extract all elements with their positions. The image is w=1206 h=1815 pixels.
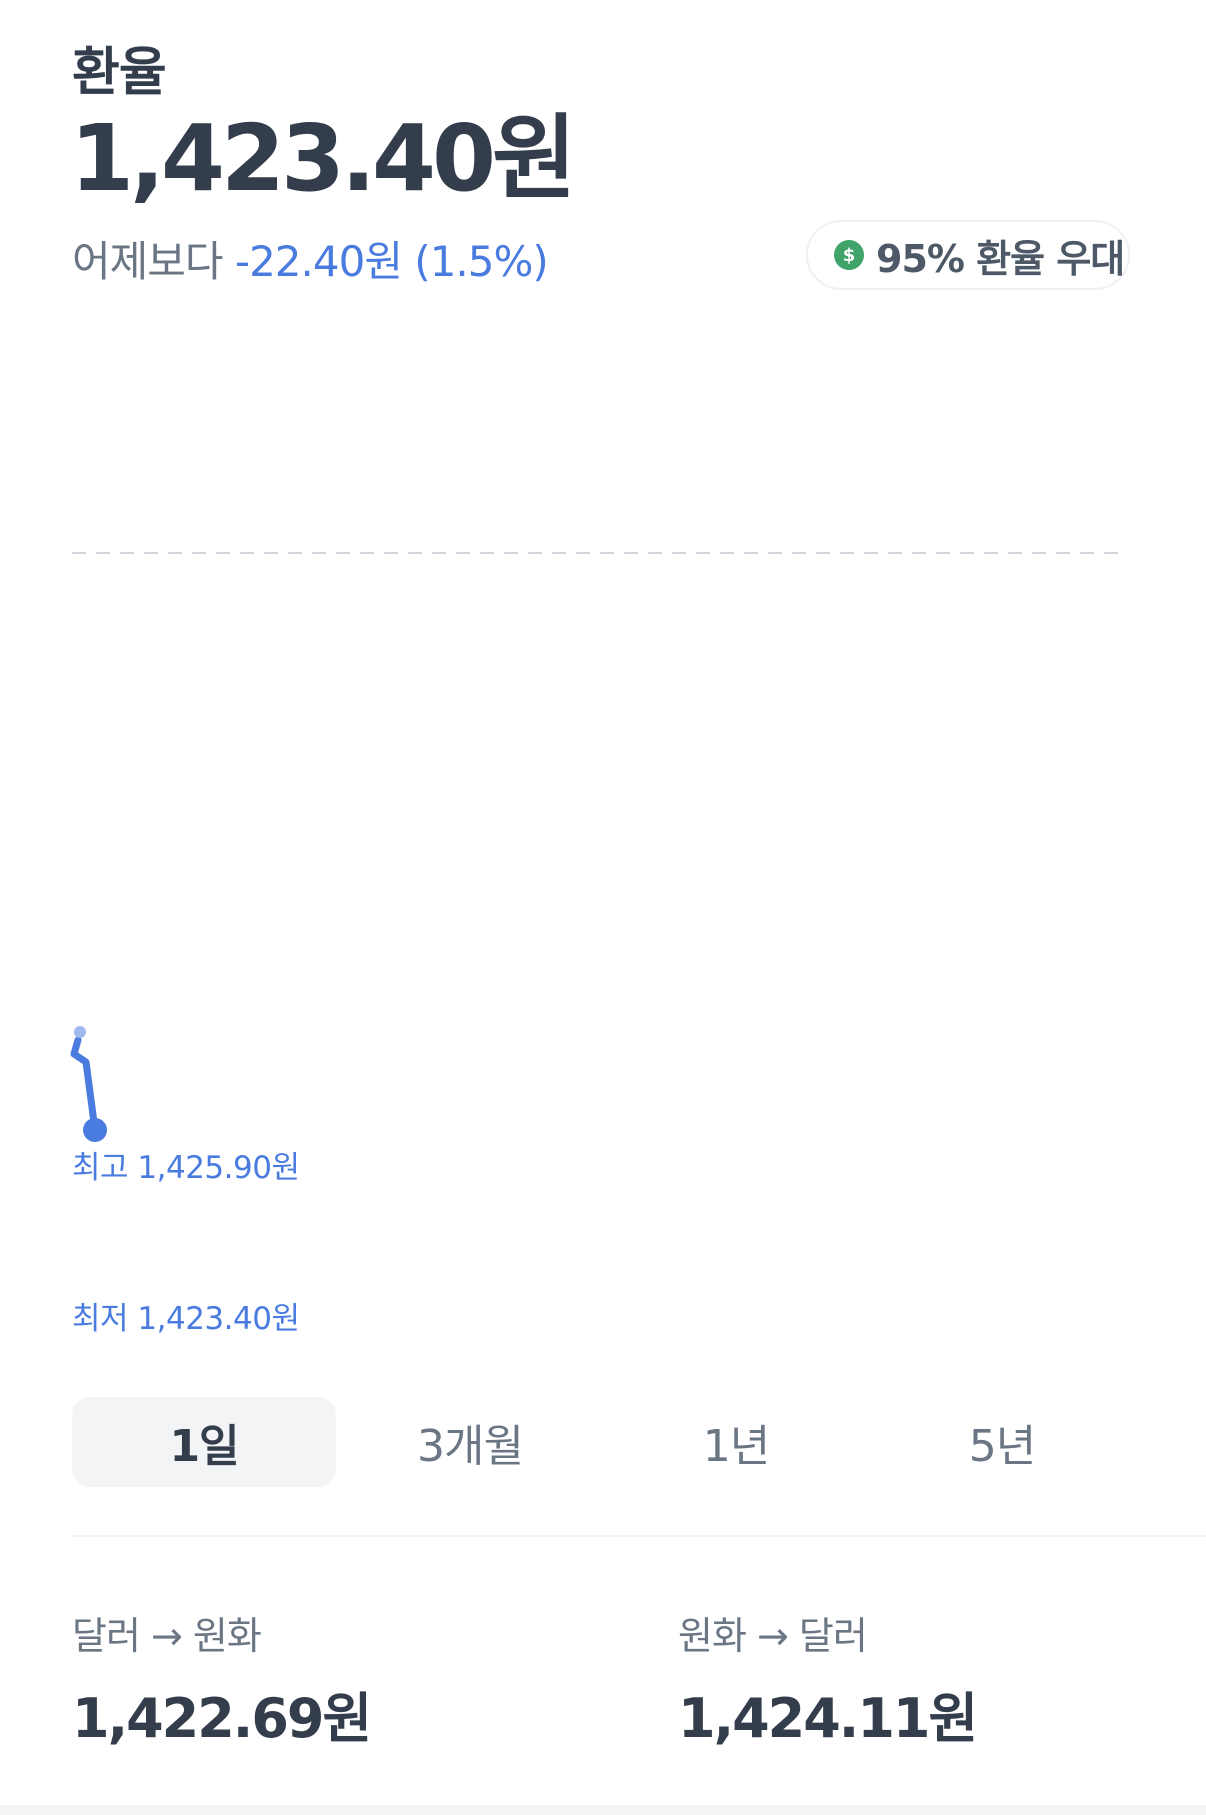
divider [72,1535,1206,1537]
tab-3-months[interactable]: 3개월 [338,1397,602,1487]
tab-1-day[interactable]: 1일 [72,1397,336,1487]
rate-chart-svg [70,552,1120,1142]
current-point-marker [83,1118,107,1142]
period-tabs: 1일 3개월 1년 5년 [72,1397,1130,1487]
rate-preference-label: 95% 환율 우대 [876,236,1125,281]
usd-to-krw-block: 달러 → 원화 1,422.69원 [72,1605,372,1753]
chart-high-label: 최고 1,425.90원 [72,1150,300,1186]
change-prefix: 어제보다 [72,237,224,286]
rate-preference-button[interactable]: $ 95% 환율 우대 [806,220,1130,290]
chart-low-label: 최저 1,423.40원 [72,1301,300,1337]
high-point-marker [74,1026,86,1038]
change-value: -22.40원 (1.5%) [234,237,549,286]
krw-to-usd-value: 1,424.11원 [678,1687,978,1750]
current-rate: 1,423.40원 [70,105,577,212]
dollar-icon: $ [834,240,864,270]
krw-to-usd-label: 원화 → 달러 [678,1614,868,1658]
tab-1-year[interactable]: 1년 [604,1397,868,1487]
usd-to-krw-label: 달러 → 원화 [72,1614,262,1658]
bottom-band [0,1805,1206,1815]
tab-5-years[interactable]: 5년 [870,1397,1134,1487]
krw-to-usd-block: 원화 → 달러 1,424.11원 [678,1605,978,1753]
usd-to-krw-value: 1,422.69원 [72,1687,372,1750]
rate-line [70,1036,99,1134]
page-title: 환율 [72,43,167,103]
change-summary: 어제보다 -22.40원 (1.5%) [72,228,549,289]
rate-chart[interactable]: 최고 1,425.90원 최저 1,423.40원 [0,300,1206,1350]
